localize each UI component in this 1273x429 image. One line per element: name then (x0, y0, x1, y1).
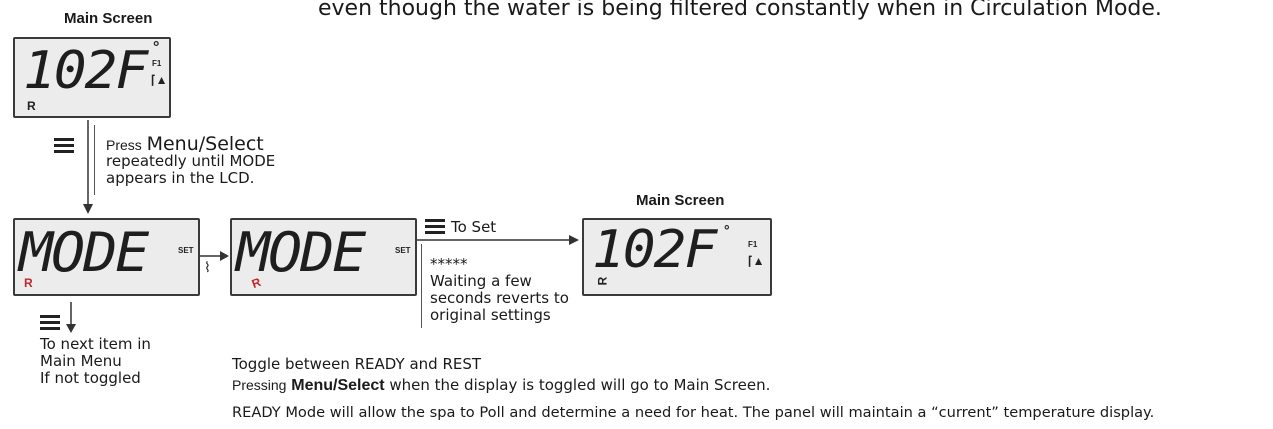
pressing-label: Pressing (232, 377, 287, 393)
next-item-line2: Main Menu (40, 352, 122, 370)
arrow-down-1 (83, 120, 93, 214)
menu-select-label: Menu/Select (291, 377, 385, 394)
waiting-line2: seconds reverts to (430, 289, 569, 307)
lcd-mode-1: MODE SET R (13, 218, 200, 296)
press-divider (94, 125, 95, 195)
thermometer-icon: ⌇ (204, 260, 211, 276)
thermometer-up-icon: ⌈▲ (151, 73, 168, 87)
set-indicator: SET (395, 246, 411, 255)
toggle-text: Toggle between READY and REST (232, 355, 482, 373)
top-text: even though the water is being filtered … (318, 0, 1162, 21)
lcd-digits: 102F (23, 41, 148, 101)
waiting-line1: Waiting a few (430, 272, 532, 290)
r-indicator: R (24, 276, 33, 290)
menu-icon (425, 219, 445, 234)
ready-text: READY Mode will allow the spa to Poll an… (232, 404, 1155, 421)
next-item-text: To next item in Main Menu If not toggled (40, 336, 151, 387)
stars: ***** (430, 255, 468, 273)
set-indicator: SET (178, 246, 194, 255)
press-line2: repeatedly until MODE (106, 152, 276, 170)
press-label: Press (106, 137, 142, 153)
arrow-right-2 (417, 235, 579, 245)
next-item-line3: If not toggled (40, 369, 141, 387)
lcd-digits: MODE (236, 221, 366, 284)
degree-symbol: ° (153, 39, 160, 56)
f1-indicator: F1 (152, 59, 162, 68)
r-indicator: R (595, 276, 610, 286)
waiting-divider (421, 244, 422, 328)
lcd-digits: MODE (19, 221, 149, 284)
arrow-down-2 (66, 302, 76, 333)
f1-indicator: F1 (748, 240, 758, 249)
next-item-line1: To next item in (40, 335, 151, 353)
waiting-text: Waiting a few seconds reverts to origina… (430, 273, 569, 324)
main-screen-label: Main Screen (64, 10, 153, 27)
r-indicator: R (27, 99, 36, 113)
pressing-rest: when the display is toggled will go to M… (389, 376, 771, 394)
press-text-block: Press Menu/Select repeatedly until MODE … (106, 134, 275, 187)
thermometer-up-icon: ⌈▲ (748, 254, 765, 268)
menu-icon (40, 315, 60, 330)
arrow-right-1 (200, 251, 229, 261)
main-screen-label-2: Main Screen (636, 192, 725, 209)
lcd-mode-2: MODE SET R (230, 218, 417, 296)
waiting-line3: original settings (430, 306, 551, 324)
lcd-main-screen: 102F ° F1 ⌈▲ R (13, 37, 171, 118)
pressing-text: Pressing Menu/Select when the display is… (232, 376, 771, 395)
lcd-digits: 102F (592, 220, 717, 280)
lcd-main-screen-2: 102F ° F1 ⌈▲ R (582, 218, 772, 296)
menu-icon (54, 138, 74, 153)
press-line3: appears in the LCD. (106, 169, 255, 187)
degree-symbol: ° (724, 222, 730, 238)
